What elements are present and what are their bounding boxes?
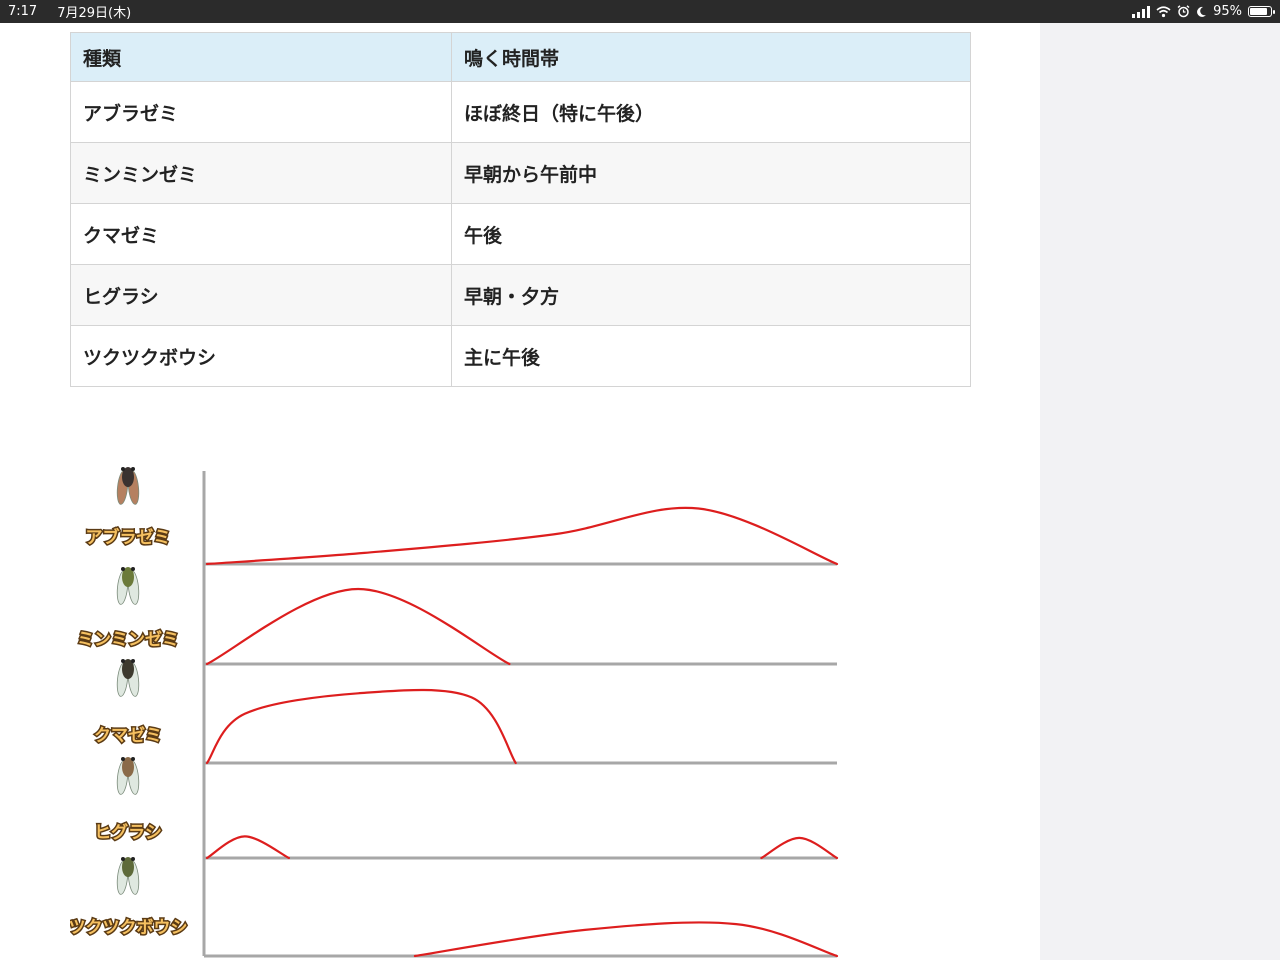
alarm-icon [1177, 5, 1190, 18]
table-row: クマゼミ 午後 [70, 203, 971, 265]
cicada-icon [116, 467, 140, 505]
cicada-icon [116, 857, 140, 895]
signal-icon [1132, 5, 1151, 18]
activity-curve-5 [413, 921, 839, 958]
cicada-icon [116, 659, 140, 697]
table-row: ツクツクボウシ 主に午後 [70, 325, 971, 387]
battery-icon [1248, 6, 1275, 17]
time-cell: 午後 [451, 203, 971, 265]
empty-sidebar [1040, 23, 1280, 960]
time-cell: 主に午後 [451, 325, 971, 387]
cicada-time-table: 種類 鳴く時間帯 アブラゼミ ほぼ終日（特に午後） ミンミンゼミ 早朝から午前中… [70, 32, 971, 387]
species-cell: クマゼミ [70, 203, 452, 265]
wifi-icon [1156, 5, 1171, 17]
species-cell: アブラゼミ [70, 81, 452, 143]
species-label-4: ヒグラシ [94, 822, 162, 843]
header-species: 種類 [70, 32, 452, 82]
activity-curve-3 [205, 688, 517, 765]
table-row: ヒグラシ 早朝・夕方 [70, 264, 971, 326]
status-date: 7月29日(木) [57, 6, 132, 21]
status-icons: 95% [1132, 4, 1275, 19]
species-cell: ツクツクボウシ [70, 325, 452, 387]
species-label-1: アブラゼミ [86, 527, 171, 548]
table-header-row: 種類 鳴く時間帯 [70, 32, 971, 82]
species-label-5: ツクツクボウシ [70, 918, 188, 938]
cicada-icon [116, 567, 140, 605]
time-cell: 早朝から午前中 [451, 142, 971, 204]
activity-curve-2 [205, 587, 511, 666]
activity-curve-4-2 [760, 836, 839, 860]
species-label-2: ミンミンゼミ [77, 629, 179, 650]
cicada-activity-chart: アブラゼミミンミンゼミクマゼミヒグラシツクツクボウシ早朝正午夕方 [70, 467, 839, 960]
cicada-icon [116, 757, 140, 795]
battery-percent: 95% [1213, 4, 1242, 19]
header-time: 鳴く時間帯 [451, 32, 971, 82]
table-row: ミンミンゼミ 早朝から午前中 [70, 142, 971, 204]
time-cell: 早朝・夕方 [451, 264, 971, 326]
species-cell: ミンミンゼミ [70, 142, 452, 204]
status-time: 7:17 [8, 4, 38, 19]
status-bar: 7:17 7月29日(木) 95% [0, 0, 1280, 23]
species-cell: ヒグラシ [70, 264, 452, 326]
moon-icon [1197, 6, 1207, 17]
activity-curve-4-1 [205, 835, 290, 860]
time-cell: ほぼ終日（特に午後） [451, 81, 971, 143]
activity-curve-1 [205, 506, 839, 566]
article-content: 種類 鳴く時間帯 アブラゼミ ほぼ終日（特に午後） ミンミンゼミ 早朝から午前中… [0, 23, 1040, 960]
table-row: アブラゼミ ほぼ終日（特に午後） [70, 81, 971, 143]
species-label-3: クマゼミ [94, 725, 162, 746]
